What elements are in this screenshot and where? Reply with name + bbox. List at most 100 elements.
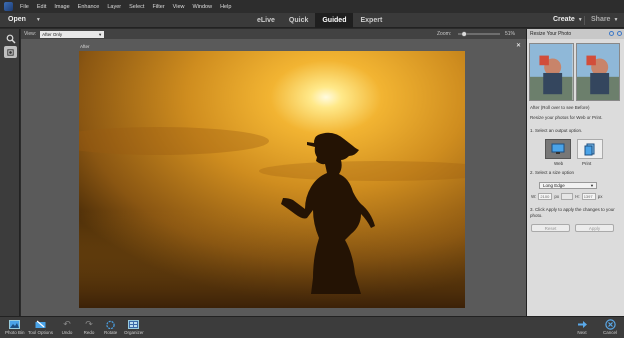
step1-text: 1. Select an output option. [530,128,583,133]
share-button[interactable]: Share ▼ [591,16,618,23]
chevron-down-icon: ▼ [577,16,583,23]
menu-enhance[interactable]: Enhance [74,4,104,10]
height-unit: px [597,194,603,199]
rotate-icon [105,319,117,330]
photo-bin-label: Photo Bin [5,330,25,335]
print-label: Print [582,161,592,166]
height-input[interactable]: 1397 [581,193,596,200]
output-options [545,139,605,159]
apply-button[interactable]: Apply [575,224,614,232]
thumbnail-caption: After (Roll over to see Before) [530,105,590,110]
view-options-bar: View: After Only ▼ Zoom: 51% [21,29,526,39]
width-label: W: [531,194,537,199]
open-label: Open [8,16,26,23]
before-thumbnail [529,43,574,101]
step3-text: 3. Click Apply to apply the changes to y… [530,207,615,218]
tab-quick[interactable]: Quick [282,13,315,28]
intro-text: Resize your photos for Web or Print. [530,115,603,120]
tab-expert[interactable]: Expert [353,13,389,28]
dimension-fields: W: 2100 px H: 1397 px [531,193,623,200]
tools-panel [0,29,20,316]
menu-layer[interactable]: Layer [103,4,125,10]
organizer-label: Organizer [124,330,144,335]
panel-header: Resize Your Photo [527,29,624,39]
divider [584,16,585,25]
chevron-down-icon: ▼ [35,16,41,23]
before-after-thumbnails[interactable] [529,43,620,101]
chevron-down-icon: ▼ [98,31,103,37]
web-option[interactable] [545,139,571,159]
menu-file[interactable]: File [16,4,33,10]
organizer-button[interactable]: Organizer [124,319,144,335]
cancel-label: Cancel [603,330,618,335]
web-label: Web [554,161,564,166]
canvas-area: After ✕ [21,39,526,316]
after-label: After [80,44,90,49]
chevron-down-icon: ▼ [613,16,619,23]
redo-label: Redo [83,330,95,335]
menu-bar: File Edit Image Enhance Layer Select Fil… [0,0,624,13]
guided-panel: Resize Your Photo After (Roll over to se… [526,29,624,316]
size-option-select[interactable]: Long Edge ▼ [539,182,597,189]
reset-button[interactable]: Reset [531,224,570,232]
photo-bin-icon [9,319,21,330]
help-icon[interactable] [617,31,622,36]
link-dimensions-icon[interactable] [561,193,574,200]
view-label: View: [24,31,37,37]
mode-bar: Open ▼ eLive Quick Guided Expert Create … [0,13,624,28]
undo-button[interactable]: ↶ Undo [61,319,73,335]
zoom-label: Zoom: [437,31,452,37]
redo-icon: ↷ [85,319,93,329]
tab-elive[interactable]: eLive [250,13,282,28]
zoom-tool-icon[interactable] [4,33,17,45]
photo [79,51,465,308]
next-button[interactable]: Next [576,319,588,335]
cancel-icon [604,319,616,330]
cancel-button[interactable]: Cancel [603,319,617,335]
width-input[interactable]: 2100 [538,193,553,200]
height-label: H: [575,194,580,199]
rotate-label: Rotate [104,330,118,335]
print-option[interactable] [577,139,603,159]
organizer-icon [128,319,140,330]
size-option-value: Long Edge [543,183,565,188]
document-icon [584,143,595,155]
next-label: Next [577,330,587,335]
arrow-right-icon [576,319,588,330]
menu-select[interactable]: Select [125,4,148,10]
open-button[interactable]: Open ▼ [8,16,41,23]
menu-filter[interactable]: Filter [148,4,168,10]
undo-label: Undo [61,330,73,335]
app-logo-icon [4,2,13,11]
view-select[interactable]: After Only ▼ [40,30,105,38]
home-icon[interactable] [609,31,614,36]
menu-window[interactable]: Window [189,4,217,10]
view-select-value: After Only [42,31,63,37]
menu-edit[interactable]: Edit [33,4,50,10]
bottom-bar: Photo Bin Tool Options ↶ Undo ↷ Redo Rot… [0,316,624,338]
step2-text: 2. Select a size option [530,170,575,175]
panel-title: Resize Your Photo [530,31,572,37]
create-label: Create [553,16,575,23]
photo-bin-button[interactable]: Photo Bin [5,319,25,335]
tool-options-button[interactable]: Tool Options [28,319,53,335]
monitor-icon [551,143,565,154]
width-unit: px [554,194,560,199]
hand-tool-icon[interactable] [4,46,17,58]
chevron-down-icon: ▼ [590,183,594,188]
create-button[interactable]: Create ▼ [553,16,583,23]
after-thumbnail [575,43,620,101]
rotate-button[interactable]: Rotate [104,319,117,335]
menu-image[interactable]: Image [50,4,73,10]
redo-button[interactable]: ↷ Redo [83,319,95,335]
tab-guided[interactable]: Guided [315,13,354,28]
undo-icon: ↶ [63,319,71,329]
share-label: Share [591,16,611,23]
mode-tabs: eLive Quick Guided Expert [250,13,389,28]
menu-help[interactable]: Help [216,4,235,10]
menu-view[interactable]: View [169,4,189,10]
zoom-value: 51% [505,31,516,37]
close-icon[interactable]: ✕ [516,42,521,49]
tool-options-label: Tool Options [28,330,54,335]
tool-options-icon [35,319,47,330]
